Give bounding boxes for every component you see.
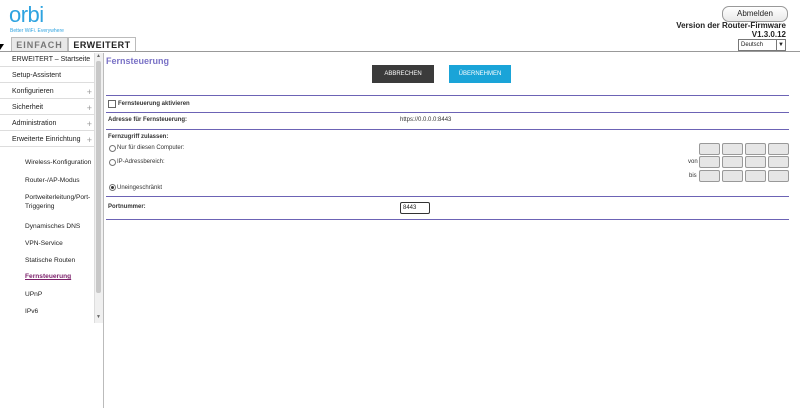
scroll-down-icon[interactable]: ▼ [96, 314, 101, 320]
subnav-vpn-service[interactable]: VPN-Service [25, 239, 93, 248]
subnav-router-ap-mode[interactable]: Router-/AP-Modus [25, 176, 93, 185]
sidebar-scrollbar[interactable]: ▲ ▼ [94, 53, 103, 323]
single-ip-octet-2[interactable] [722, 143, 743, 155]
range-from-octet-1[interactable] [699, 156, 720, 168]
single-ip-octet-3[interactable] [745, 143, 766, 155]
option-unrestricted-label: Uneingeschränkt [117, 185, 163, 191]
tab-erweitert[interactable]: ERWEITERT [68, 37, 136, 52]
header: orbi Better WiFi. Everywhere Abmelden Ve… [0, 0, 800, 52]
option-ip-range-label: IP-Adressbereich: [117, 159, 165, 165]
divider [106, 95, 789, 96]
apply-button[interactable]: ÜBERNEHMEN [449, 65, 511, 83]
range-to-octet-3[interactable] [745, 170, 766, 182]
subnav-port-forwarding[interactable]: Portweiterleitung/Port-Triggering [25, 193, 93, 211]
sidebar-item-label: Administration [12, 120, 57, 127]
subnav-upnp[interactable]: UPnP [25, 290, 93, 299]
subnav-remote-management[interactable]: Fernsteuerung [25, 272, 93, 281]
enable-remote-checkbox[interactable] [108, 100, 116, 108]
logout-button[interactable]: Abmelden [722, 6, 788, 22]
divider [106, 112, 789, 113]
single-ip-octet-4[interactable] [768, 143, 789, 155]
expand-plus-icon[interactable]: + [87, 85, 92, 99]
language-value: Deutsch [741, 42, 764, 48]
chevron-down-icon: ▼ [776, 40, 785, 50]
radio-unrestricted[interactable] [109, 184, 116, 191]
range-from-label: von [688, 159, 698, 165]
expand-plus-icon[interactable]: + [87, 117, 92, 131]
page-title: Fernsteuerung [106, 56, 170, 66]
subnav-dynamic-dns[interactable]: Dynamisches DNS [25, 222, 93, 231]
sidebar-item-label: ERWEITERT – Startseite [12, 56, 91, 63]
tab-einfach[interactable]: EINFACH [11, 37, 68, 52]
range-to-octet-2[interactable] [722, 170, 743, 182]
range-to-octet-4[interactable] [768, 170, 789, 182]
cancel-button[interactable]: ABBRECHEN [372, 65, 434, 83]
range-from-octet-2[interactable] [722, 156, 743, 168]
subnav-static-routes[interactable]: Statische Routen [25, 256, 93, 265]
firmware-title: Version der Router-Firmware [676, 21, 786, 30]
divider [106, 196, 789, 197]
option-this-computer-label: Nur für diesen Computer: [117, 145, 185, 151]
range-from-octet-3[interactable] [745, 156, 766, 168]
subnav-wireless[interactable]: Wireless-Konfiguration [25, 158, 93, 167]
logo-tagline: Better WiFi. Everywhere [10, 28, 64, 34]
access-label: Fernzugriff zulassen: [108, 134, 169, 140]
expand-plus-icon[interactable]: + [87, 133, 92, 147]
sidebar-item-label: Setup-Assistent [12, 72, 62, 79]
sidebar-item-security[interactable]: Sicherheit + [0, 101, 94, 115]
firmware-version: V1.3.0.12 [751, 30, 786, 39]
sidebar-item-setup-wizard[interactable]: Setup-Assistent [0, 69, 94, 83]
sidebar-item-label: Konfigurieren [12, 88, 54, 95]
subnav-ipv6[interactable]: IPv6 [25, 307, 93, 316]
radio-this-computer[interactable] [109, 145, 116, 152]
radio-ip-range[interactable] [109, 159, 116, 166]
divider [106, 219, 789, 220]
sidebar-item-label: Erweiterte Einrichtung [12, 136, 81, 143]
enable-remote-label: Fernsteuerung aktivieren [118, 101, 190, 107]
range-from-octet-4[interactable] [768, 156, 789, 168]
scrollbar-thumb[interactable] [96, 61, 101, 293]
scroll-up-icon[interactable]: ▲ [96, 53, 101, 59]
port-input[interactable]: 8443 [400, 202, 430, 214]
content-divider [103, 53, 104, 408]
language-select[interactable]: Deutsch ▼ [738, 39, 786, 51]
port-label: Portnummer: [108, 204, 146, 210]
orbi-logo: orbi [9, 2, 44, 27]
sidebar-item-configure[interactable]: Konfigurieren + [0, 85, 94, 99]
expand-plus-icon[interactable]: + [87, 101, 92, 115]
sidebar: ERWEITERT – Startseite Setup-Assistent K… [0, 53, 94, 323]
sidebar-item-advanced-home[interactable]: ERWEITERT – Startseite [0, 53, 94, 67]
header-divider [0, 51, 800, 52]
address-label: Adresse für Fernsteuerung: [108, 117, 188, 123]
sidebar-item-label: Sicherheit [12, 104, 44, 111]
sidebar-item-administration[interactable]: Administration + [0, 117, 94, 131]
range-to-label: bis [689, 173, 697, 179]
divider [106, 129, 789, 130]
single-ip-octet-1[interactable] [699, 143, 720, 155]
range-to-octet-1[interactable] [699, 170, 720, 182]
address-value: https://0.0.0.0:8443 [400, 117, 452, 123]
sidebar-item-advanced-setup[interactable]: Erweiterte Einrichtung + [0, 133, 94, 147]
